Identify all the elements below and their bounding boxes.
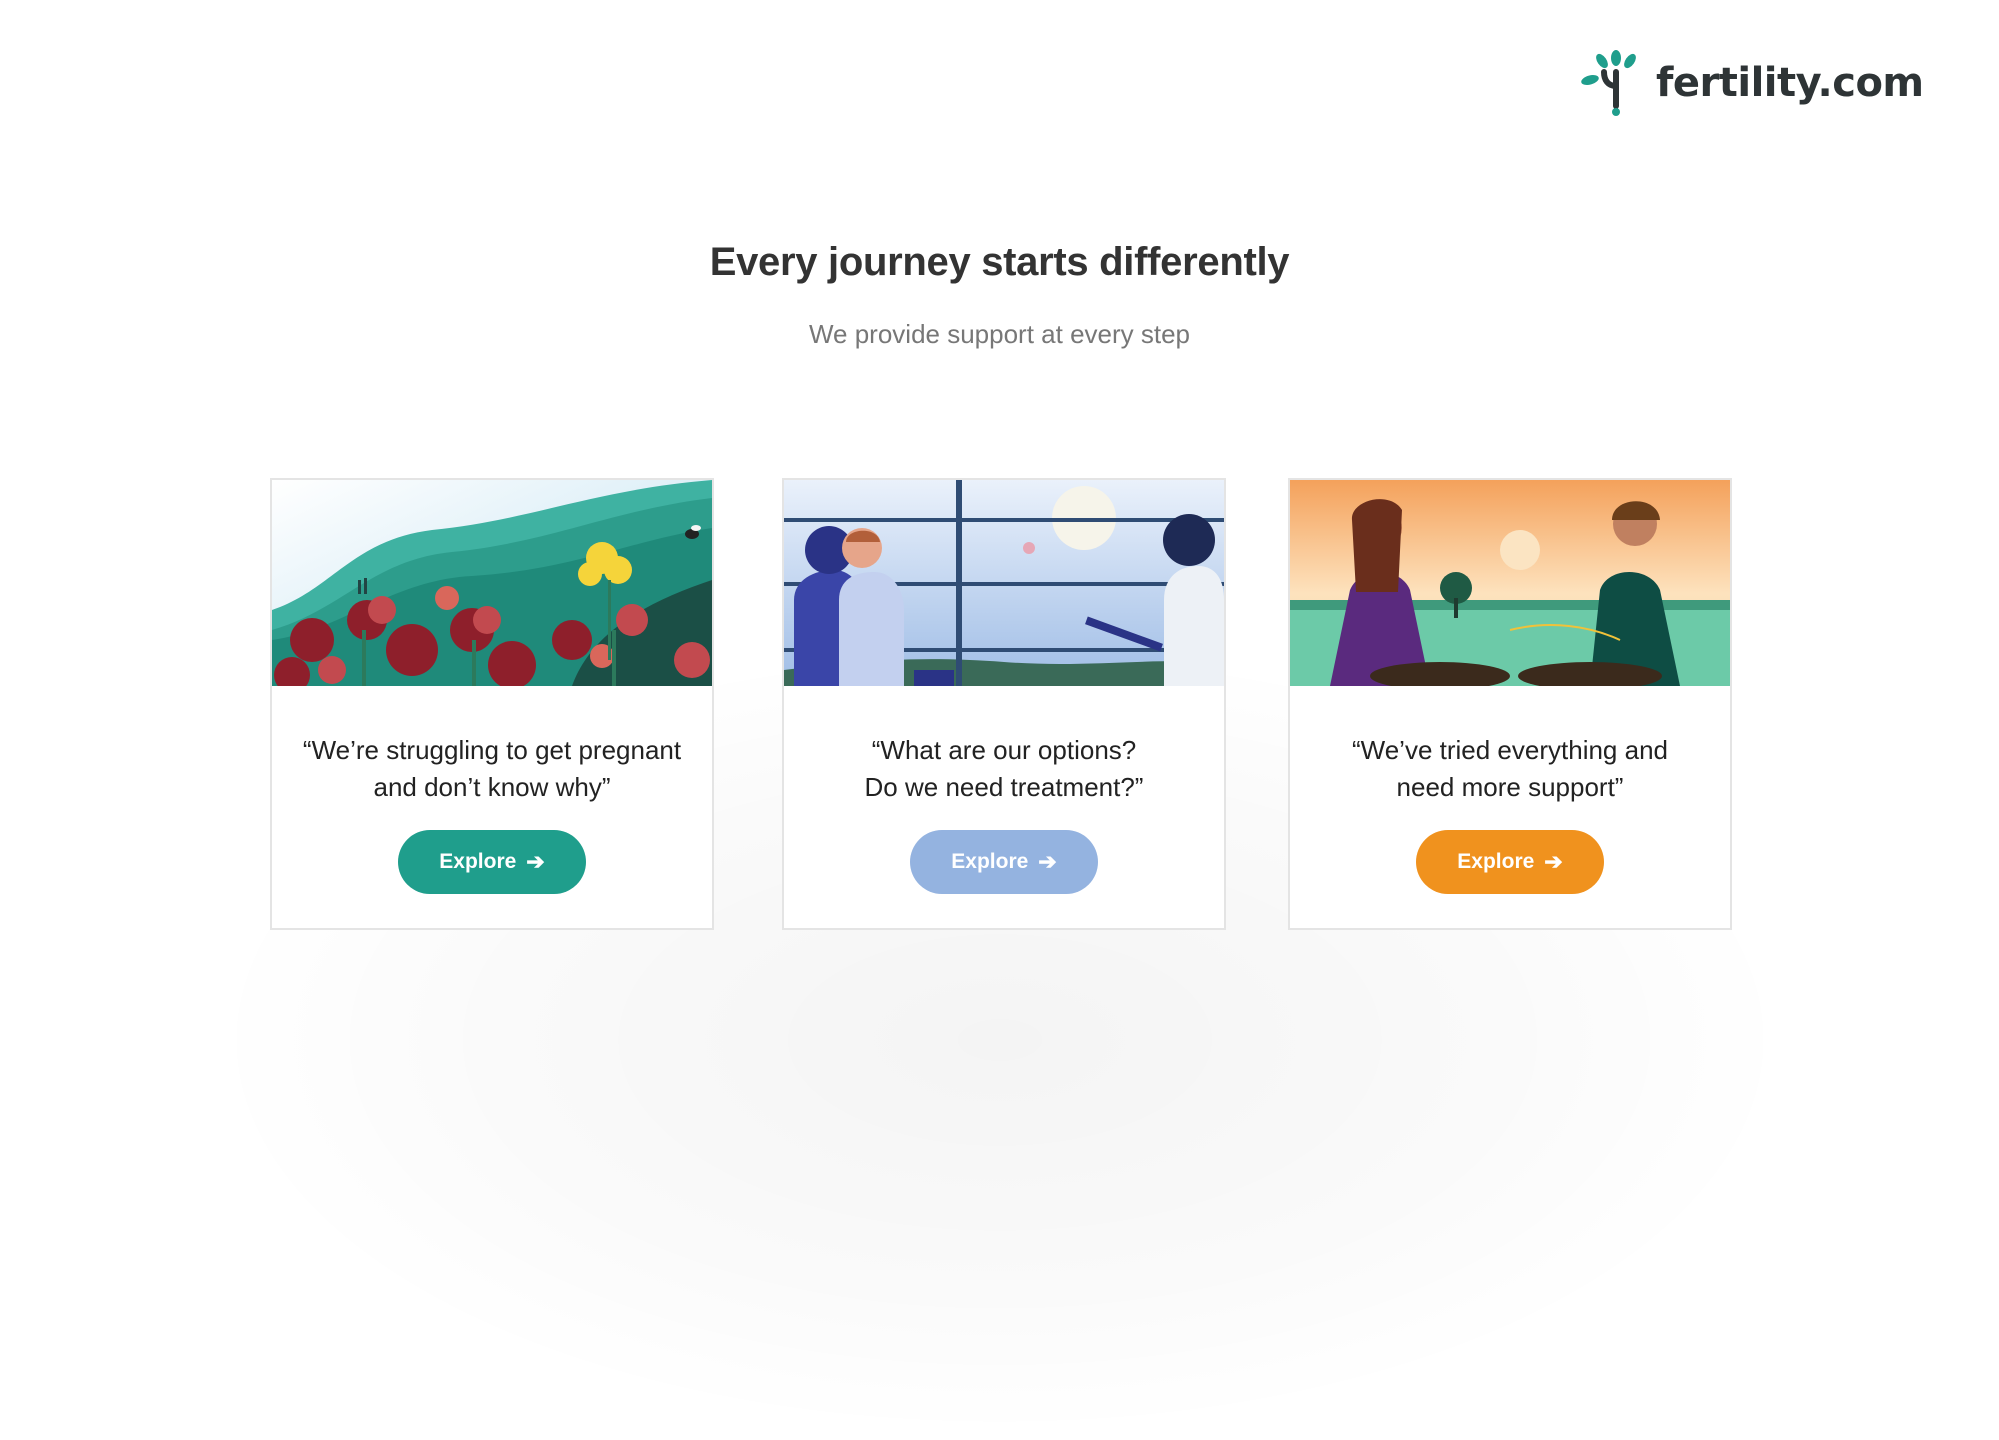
journey-card-options: “What are our options? Do we need treatm… [782,478,1226,930]
arrow-right-icon: ➔ [1544,849,1563,874]
explore-button[interactable]: Explore ➔ [398,830,586,894]
card-quote: “We’re struggling to get pregnant and do… [292,732,692,808]
quote-line: “We’re struggling to get pregnant [302,735,682,765]
consultation-illustration [784,480,1224,686]
explore-button[interactable]: Explore ➔ [1416,830,1604,894]
quote-line: “What are our options? [871,735,1137,765]
brand-name: fertility.com [1656,60,1924,106]
quote-line: need more support” [1396,772,1624,802]
card-quote: “We’ve tried everything and need more su… [1310,732,1710,808]
explore-button[interactable]: Explore ➔ [910,830,1098,894]
journey-card-support: “We’ve tried everything and need more su… [1288,478,1732,930]
quote-line: Do we need treatment?” [864,772,1144,802]
hero-section: Every journey starts differently We prov… [0,240,1999,350]
arrow-right-icon: ➔ [1038,849,1057,874]
quote-line: and don’t know why” [373,772,611,802]
sprout-logo-icon [1581,50,1636,116]
journey-card-struggling: “We’re struggling to get pregnant and do… [270,478,714,930]
explore-button-label: Explore [1457,850,1535,873]
explore-button-label: Explore [951,850,1029,873]
brand-logo[interactable]: fertility.com [1580,50,1924,116]
journey-cards: “We’re struggling to get pregnant and do… [270,478,1732,930]
flowers-illustration [272,480,712,686]
meditation-illustration [1290,480,1730,686]
explore-button-label: Explore [439,850,517,873]
arrow-right-icon: ➔ [526,849,545,874]
card-quote: “What are our options? Do we need treatm… [804,732,1204,808]
page-title: Every journey starts differently [709,240,1290,284]
quote-line: “We’ve tried everything and [1351,735,1668,765]
page-subtitle: We provide support at every step [808,319,1191,349]
